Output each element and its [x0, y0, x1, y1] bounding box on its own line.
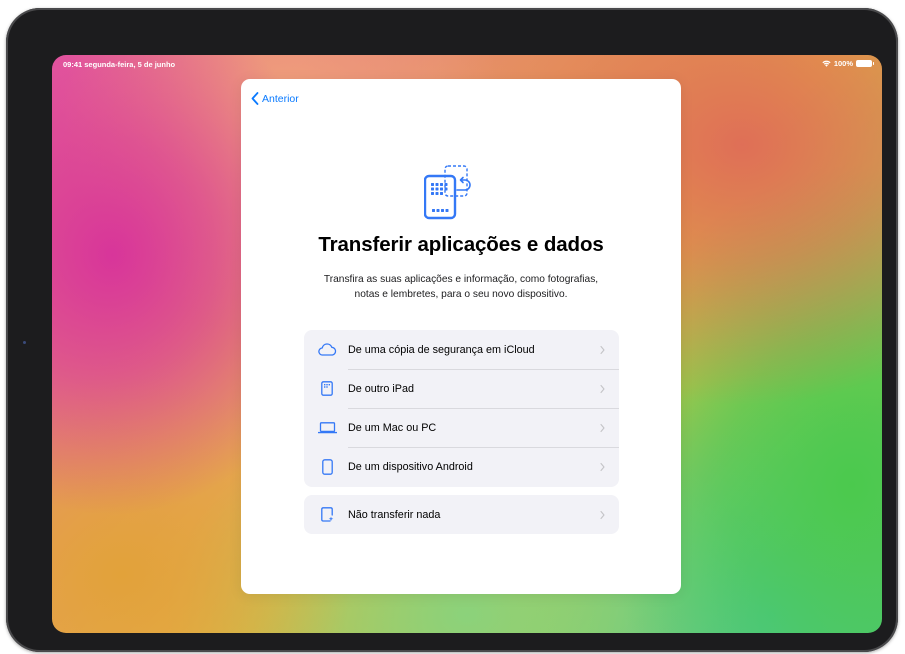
wifi-icon — [822, 60, 831, 67]
status-time: 09:41 segunda-feira, 5 de junho — [63, 60, 176, 69]
chevron-right-icon — [600, 384, 605, 393]
chevron-left-icon — [251, 92, 259, 105]
status-bar: 09:41 segunda-feira, 5 de junho 100% — [52, 55, 882, 73]
option-android-device[interactable]: De um dispositivo Android — [304, 447, 619, 486]
transfer-sheet: Anterior Transferir aplicações e dados T… — [241, 79, 681, 594]
subtitle-line-1: Transfira as suas aplicações e informaçã… — [323, 274, 599, 285]
ipad-icon — [317, 381, 337, 397]
option-label: De outro iPad — [348, 382, 415, 395]
transfer-devices-icon — [424, 165, 471, 220]
transfer-options-list: De uma cópia de segurança em iCloud De o… — [304, 330, 619, 487]
sparkle-document-icon — [317, 507, 337, 523]
status-right: 100% — [822, 59, 874, 68]
battery-percentage: 100% — [833, 59, 853, 68]
cloud-icon — [317, 342, 337, 358]
page-subtitle: Transfira as suas aplicações e informaçã… — [281, 272, 641, 302]
option-icloud-backup[interactable]: De uma cópia de segurança em iCloud — [304, 330, 619, 369]
option-label: Não transferir nada — [348, 508, 441, 521]
option-mac-or-pc[interactable]: De um Mac ou PC — [304, 408, 619, 447]
chevron-right-icon — [600, 462, 605, 471]
chevron-right-icon — [600, 423, 605, 432]
back-label: Anterior — [262, 92, 299, 105]
chevron-right-icon — [600, 345, 605, 354]
battery-icon — [856, 60, 874, 67]
laptop-icon — [317, 420, 337, 436]
chevron-right-icon — [600, 510, 605, 519]
option-dont-transfer[interactable]: Não transferir nada — [304, 495, 619, 534]
skip-transfer-list: Não transferir nada — [304, 495, 619, 534]
page-title: Transferir aplicações e dados — [318, 233, 604, 256]
phone-icon — [317, 458, 337, 475]
subtitle-line-2: notas e lembretes, para o seu novo dispo… — [354, 289, 568, 300]
option-label: De uma cópia de segurança em iCloud — [348, 343, 535, 356]
option-label: De um Mac ou PC — [348, 421, 437, 434]
option-label: De um dispositivo Android — [348, 460, 473, 473]
option-another-ipad[interactable]: De outro iPad — [304, 369, 619, 408]
camera-dot — [23, 341, 26, 344]
back-button[interactable]: Anterior — [251, 92, 299, 105]
